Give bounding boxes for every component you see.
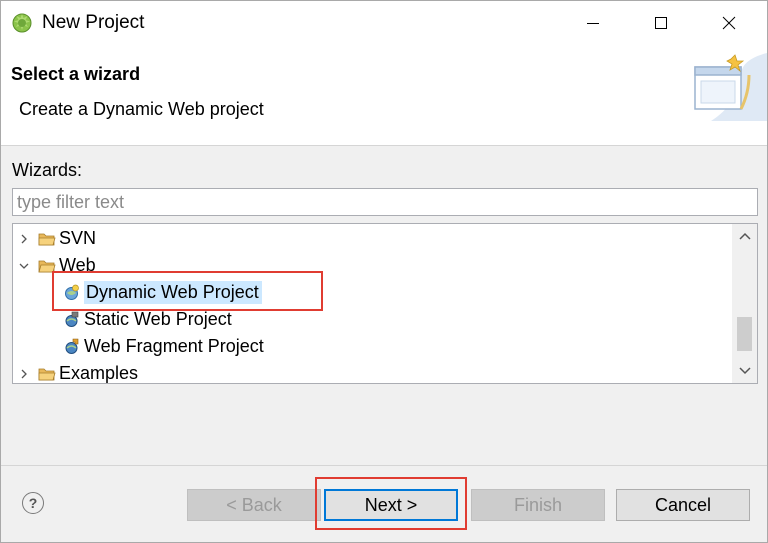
title-bar[interactable]: New Project [1,1,767,45]
tree-item-svn[interactable]: SVN [16,225,96,252]
chevron-up-icon [738,232,751,240]
eclipse-app-icon [12,13,32,33]
minimize-button[interactable] [570,1,616,45]
maximize-icon [655,17,667,29]
finish-button[interactable]: Finish [471,489,605,521]
folder-icon [38,368,56,380]
filter-input[interactable] [12,188,758,216]
tree-item-examples[interactable]: Examples [16,360,139,383]
tree-item-label: Web Fragment Project [84,336,264,356]
highlight-box-next [315,477,467,530]
scroll-thumb[interactable] [737,317,752,351]
close-button[interactable] [706,1,752,45]
help-button[interactable]: ? [22,492,44,514]
folder-icon [38,233,56,245]
help-icon: ? [28,495,38,511]
wizard-banner-icon [694,53,767,121]
tree-scrollbar[interactable] [732,224,757,383]
new-project-dialog: New Project Select a wizard Create a Dyn… [0,0,768,543]
chevron-right-icon[interactable] [16,360,32,383]
wizard-header: Select a wizard Create a Dynamic Web pro… [1,45,767,146]
highlight-box-dynamic-web-project [52,271,323,311]
minimize-icon [587,23,599,24]
chevron-right-icon[interactable] [16,225,32,252]
window-title: New Project [42,12,145,33]
chevron-down-icon [738,367,751,375]
header-description: Create a Dynamic Web project [19,99,264,119]
footer-divider [1,465,767,466]
web-fragment-project-icon [65,338,79,354]
tree-item-web-fragment-project[interactable]: Web Fragment Project [63,333,264,360]
close-icon [722,16,736,30]
static-web-project-icon [65,311,79,327]
maximize-button[interactable] [638,1,684,45]
chevron-down-icon[interactable] [16,252,32,279]
header-title: Select a wizard [11,64,141,84]
tree-item-label: Static Web Project [84,309,232,329]
wizards-label: Wizards: [12,160,83,180]
tree-item-label: Examples [59,363,139,383]
scroll-down-button[interactable] [732,359,757,381]
back-button[interactable]: < Back [187,489,321,521]
scroll-up-button[interactable] [732,226,757,248]
tree-item-label: SVN [59,228,97,248]
cancel-button[interactable]: Cancel [616,489,750,521]
